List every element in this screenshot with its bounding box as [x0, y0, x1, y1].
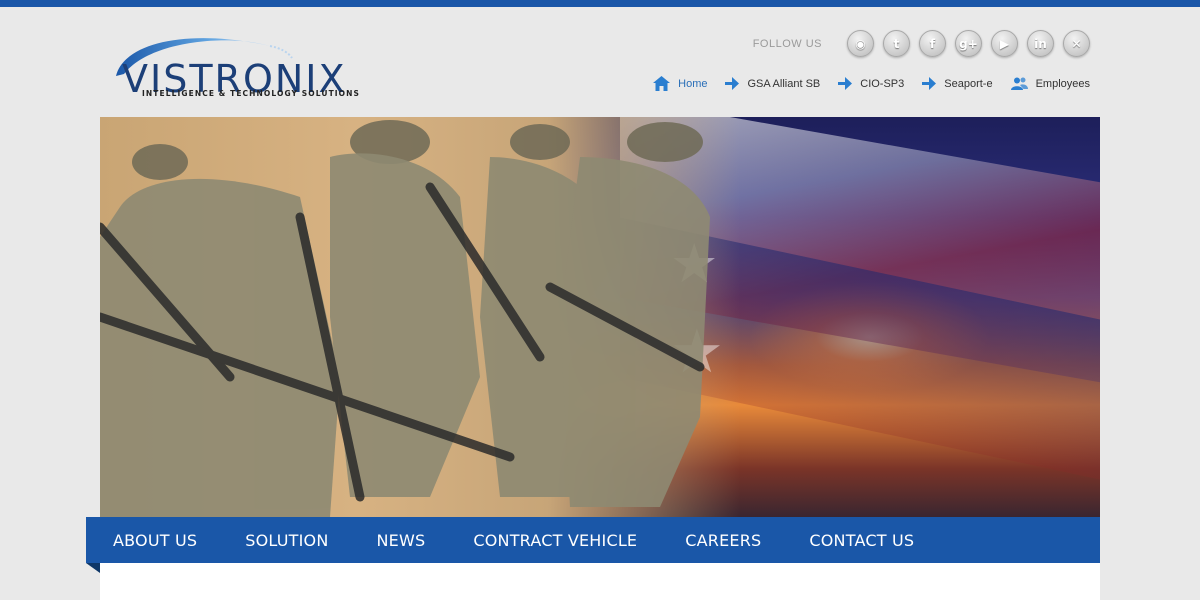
- googleplus-icon[interactable]: g+: [955, 30, 982, 57]
- soldiers-illustration: [100, 120, 710, 517]
- facebook-icon[interactable]: f: [919, 30, 946, 57]
- nav-contact-us[interactable]: CONTACT US: [809, 531, 914, 550]
- nav-about-us[interactable]: ABOUT US: [113, 531, 197, 550]
- xing-icon[interactable]: ✕: [1063, 30, 1090, 57]
- arrow-right-icon: [922, 77, 937, 90]
- arrow-right-icon: [725, 77, 740, 90]
- linkedin-icon[interactable]: in: [1027, 30, 1054, 57]
- home-icon: [653, 76, 671, 91]
- nav-solution[interactable]: SOLUTION: [245, 531, 328, 550]
- quick-link-label: Home: [678, 77, 708, 90]
- logo-tagline: INTELLIGENCE & TECHNOLOGY SOLUTIONS: [142, 89, 361, 98]
- social-follow: FOLLOW US ◉ t f g+ ▶ in ✕: [753, 30, 1090, 57]
- rss-icon[interactable]: ◉: [847, 30, 874, 57]
- nav-news[interactable]: NEWS: [377, 531, 426, 550]
- top-accent-bar: [0, 0, 1200, 7]
- quick-link-cio-sp3[interactable]: CIO-SP3: [838, 77, 904, 90]
- hero-banner-image: ★ ★: [100, 117, 1100, 517]
- quick-link-label: Employees: [1035, 77, 1090, 90]
- quick-links: Home GSA Alliant SB CIO-SP3 Seaport-e Em…: [635, 76, 1090, 91]
- nav-contract-vehicle[interactable]: CONTRACT VEHICLE: [473, 531, 637, 550]
- twitter-icon[interactable]: t: [883, 30, 910, 57]
- quick-link-seaport-e[interactable]: Seaport-e: [922, 77, 993, 90]
- quick-link-label: Seaport-e: [944, 77, 993, 90]
- quick-link-label: CIO-SP3: [860, 77, 905, 90]
- quick-link-employees[interactable]: Employees: [1010, 77, 1090, 90]
- content-panel: [100, 563, 1100, 600]
- users-icon: [1010, 77, 1028, 90]
- quick-link-gsa-alliant[interactable]: GSA Alliant SB: [725, 77, 820, 90]
- arrow-right-icon: [838, 77, 853, 90]
- nav-careers[interactable]: CAREERS: [685, 531, 761, 550]
- main-nav: ABOUT US SOLUTION NEWS CONTRACT VEHICLE …: [86, 517, 1100, 563]
- logo[interactable]: VISTRONIX INTELLIGENCE & TECHNOLOGY SOLU…: [110, 24, 390, 104]
- nav-ribbon-corner: [86, 563, 100, 573]
- quick-link-home[interactable]: Home: [653, 76, 707, 91]
- youtube-icon[interactable]: ▶: [991, 30, 1018, 57]
- follow-label: FOLLOW US: [752, 37, 822, 50]
- quick-link-label: GSA Alliant SB: [747, 77, 821, 90]
